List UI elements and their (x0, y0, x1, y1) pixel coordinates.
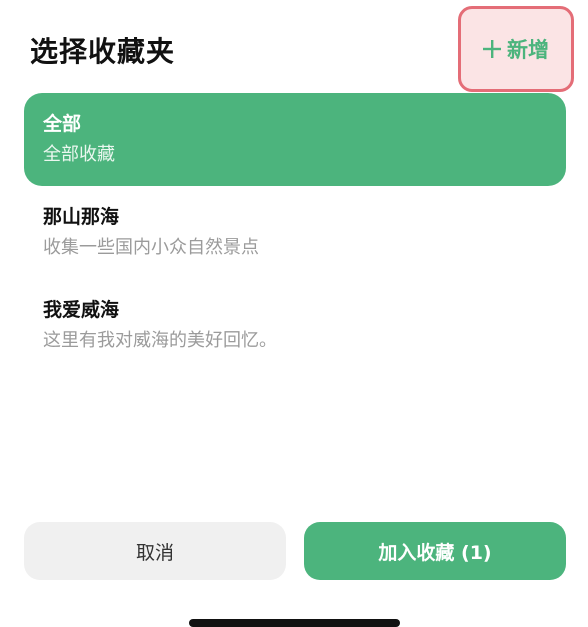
folder-name: 那山那海 (43, 206, 120, 228)
home-indicator[interactable] (189, 619, 400, 627)
collection-picker-sheet: 选择收藏夹 新增 全部 全部收藏 那山那海 收集一些国内小众自然景点 我爱威海 … (0, 0, 588, 627)
folder-description: 这里有我对威海的美好回忆。 (43, 330, 277, 351)
page-title: 选择收藏夹 (30, 35, 176, 68)
folder-item-mountains-seas[interactable]: 那山那海 收集一些国内小众自然景点 (24, 186, 566, 279)
folder-name: 我爱威海 (43, 299, 120, 321)
footer-actions: 取消 加入收藏 (1) (24, 522, 566, 580)
folder-name: 全部 (43, 113, 82, 135)
folder-description: 收集一些国内小众自然景点 (43, 237, 259, 258)
folder-item-weihai[interactable]: 我爱威海 这里有我对威海的美好回忆。 (24, 279, 566, 372)
add-folder-label: 新增 (507, 38, 549, 62)
folder-item-all[interactable]: 全部 全部收藏 (24, 93, 566, 186)
add-folder-button[interactable]: 新增 (458, 6, 574, 92)
add-to-collection-button[interactable]: 加入收藏 (1) (304, 522, 566, 580)
header: 选择收藏夹 新增 (0, 0, 588, 96)
cancel-button[interactable]: 取消 (24, 522, 286, 580)
folder-list: 全部 全部收藏 那山那海 收集一些国内小众自然景点 我爱威海 这里有我对威海的美… (24, 93, 566, 372)
folder-description: 全部收藏 (43, 144, 115, 165)
plus-icon (483, 40, 501, 58)
